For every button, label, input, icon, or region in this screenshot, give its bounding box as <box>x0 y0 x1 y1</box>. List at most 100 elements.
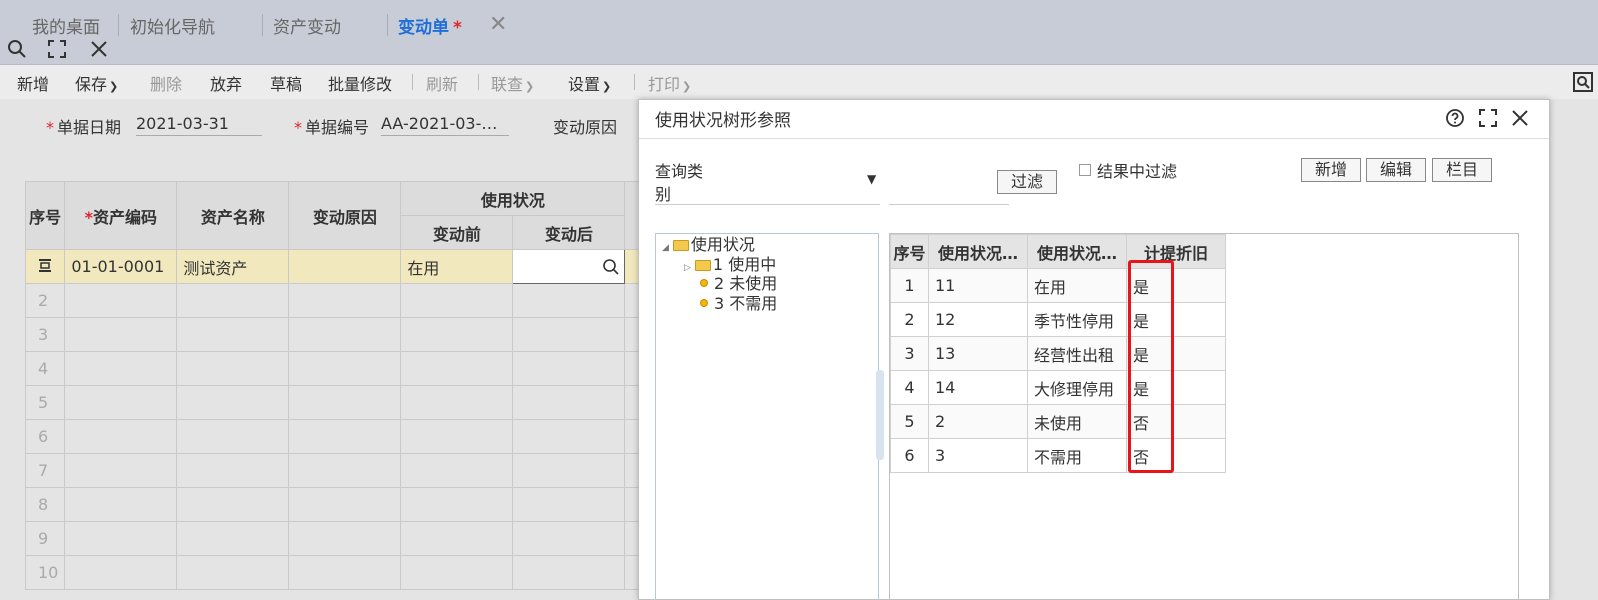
reason-label: 变动原因 <box>553 118 618 137</box>
maximize-icon[interactable] <box>1477 107 1499 129</box>
row-number: 10 <box>24 555 66 590</box>
chevron-down-icon: ❯ <box>682 80 692 93</box>
tab-change-doc[interactable]: 变动单 * <box>398 13 462 38</box>
filter-in-result-label: 结果中过滤 <box>1097 162 1178 181</box>
close-tab-icon[interactable]: ✕ <box>489 12 507 37</box>
search-icon[interactable] <box>602 258 620 276</box>
required-mark: * <box>84 207 94 227</box>
close-icon[interactable] <box>1509 107 1531 129</box>
table-row[interactable]: 3 13 经营性出租 是 <box>890 336 1226 371</box>
col-asset-name: 资产名称 <box>176 181 290 250</box>
add-button[interactable]: 新增 <box>17 71 49 95</box>
col-reason: 变动原因 <box>288 181 402 250</box>
save-button[interactable]: 保存 ❯ <box>75 71 118 95</box>
col-seq: 序号 <box>890 234 929 269</box>
filter-input[interactable] <box>889 204 1009 205</box>
table-row[interactable]: 7 <box>24 453 646 488</box>
tree-node-unused[interactable]: 2 未使用 <box>700 274 777 294</box>
fullscreen-icon[interactable] <box>46 38 68 60</box>
row-number: 7 <box>24 453 66 488</box>
table-row[interactable]: 2 12 季节性停用 是 <box>890 302 1226 337</box>
delete-button[interactable]: 删除 <box>150 71 182 95</box>
table-row[interactable]: 4 14 大修理停用 是 <box>890 370 1226 405</box>
required-mark: * <box>294 118 302 137</box>
table-row[interactable]: 5 2 未使用 否 <box>890 404 1226 439</box>
asset-name-cell[interactable]: 测试资产 <box>176 249 290 284</box>
doc-date-label: * 单据日期 <box>46 114 121 138</box>
usage-name-cell: 大修理停用 <box>1027 370 1127 405</box>
tab-my-desktop[interactable]: 我的桌面 <box>32 13 100 38</box>
usage-code-cell: 13 <box>928 336 1028 371</box>
usage-before-cell[interactable]: 在用 <box>400 249 514 284</box>
usage-list: 序号 使用状况… 使用状况… 计提折旧 1 11 在用 是 2 12 季节性停用… <box>890 234 1226 473</box>
usage-name-cell: 未使用 <box>1027 404 1127 439</box>
close-icon[interactable] <box>88 38 110 60</box>
row-seq: 1 <box>890 268 929 303</box>
expand-icon[interactable]: ▷ <box>684 263 691 273</box>
usage-name-cell: 经营性出租 <box>1027 336 1127 371</box>
col-usage-code[interactable]: 使用状况… <box>928 234 1028 269</box>
table-row[interactable]: 4 <box>24 351 646 386</box>
query-category-label: 查询类别 <box>655 162 704 204</box>
collapse-icon[interactable]: ◢ <box>662 243 669 253</box>
col-usage-name[interactable]: 使用状况… <box>1027 234 1127 269</box>
link-query-button[interactable]: 联查 ❯ <box>491 71 534 95</box>
doc-no-label: * 单据编号 <box>294 114 369 138</box>
usage-code-cell: 2 <box>928 404 1028 439</box>
draft-button[interactable]: 草稿 <box>270 71 302 95</box>
search-icon[interactable] <box>6 38 28 60</box>
add-button[interactable]: 新增 <box>1301 158 1361 182</box>
leaf-dot-icon <box>700 299 708 307</box>
filter-button[interactable]: 过滤 <box>997 170 1057 194</box>
doc-no-field[interactable]: AA-2021-03-… <box>381 114 509 136</box>
reason-cell[interactable] <box>288 249 402 284</box>
table-row[interactable]: 01-01-0001 测试资产 在用 <box>24 249 646 284</box>
chevron-down-icon[interactable]: ▼ <box>867 172 876 186</box>
settings-button[interactable]: 设置 ❯ <box>568 71 611 95</box>
table-row[interactable]: 10 <box>24 555 646 590</box>
table-row[interactable]: 8 <box>24 487 646 522</box>
tab-separator <box>118 14 119 36</box>
tree-node-label: 使用状况 <box>690 235 755 254</box>
table-row[interactable]: 3 <box>24 317 646 352</box>
help-icon[interactable] <box>1444 107 1466 129</box>
leaf-dot-icon <box>700 279 708 287</box>
table-row[interactable]: 2 <box>24 283 646 318</box>
row-seq: 4 <box>890 370 929 405</box>
batch-edit-button[interactable]: 批量修改 <box>328 71 392 95</box>
usage-name-cell: 季节性停用 <box>1027 302 1127 337</box>
folder-open-icon <box>672 240 689 251</box>
table-row[interactable]: 6 3 不需用 否 <box>890 438 1226 473</box>
col-usage-group: 使用状况 <box>400 181 626 216</box>
table-row[interactable]: 1 11 在用 是 <box>890 268 1226 303</box>
table-row[interactable]: 9 <box>24 521 646 556</box>
col-after: 变动后 <box>512 215 626 250</box>
tab-init-nav[interactable]: 初始化导航 <box>130 13 215 38</box>
save-label: 保存 <box>75 75 108 94</box>
col-seq: 序号 <box>24 181 66 250</box>
discard-button[interactable]: 放弃 <box>210 71 242 95</box>
row-handle[interactable] <box>24 249 66 284</box>
query-category-select[interactable] <box>655 204 880 205</box>
tab-separator <box>262 14 263 36</box>
asset-code-cell[interactable]: 01-01-0001 <box>64 249 178 284</box>
row-number: 8 <box>24 487 66 522</box>
toolbar-separator <box>478 74 479 90</box>
preview-icon[interactable] <box>1572 71 1594 93</box>
refresh-button[interactable]: 刷新 <box>426 71 458 95</box>
col-before: 变动前 <box>400 215 514 250</box>
usage-after-input[interactable] <box>512 249 626 284</box>
tree-node-not-needed[interactable]: 3 不需用 <box>700 294 777 314</box>
required-mark: * <box>46 118 54 137</box>
edit-button[interactable]: 编辑 <box>1366 158 1426 182</box>
columns-button[interactable]: 栏目 <box>1432 158 1492 182</box>
doc-date-field[interactable]: 2021-03-31 <box>136 114 262 136</box>
usage-tree-ref-dialog: 使用状况树形参照 查询类别 ▼ 过滤 结果中过滤 新增 编辑 栏目 ◢ 使用状况 … <box>638 99 1550 600</box>
print-button[interactable]: 打印 ❯ <box>648 71 691 95</box>
tab-asset-change[interactable]: 资产变动 <box>273 13 341 38</box>
pane-splitter[interactable] <box>876 370 884 460</box>
table-row[interactable]: 5 <box>24 385 646 420</box>
usage-code-cell: 14 <box>928 370 1028 405</box>
row-number: 2 <box>24 283 66 318</box>
table-row[interactable]: 6 <box>24 419 646 454</box>
